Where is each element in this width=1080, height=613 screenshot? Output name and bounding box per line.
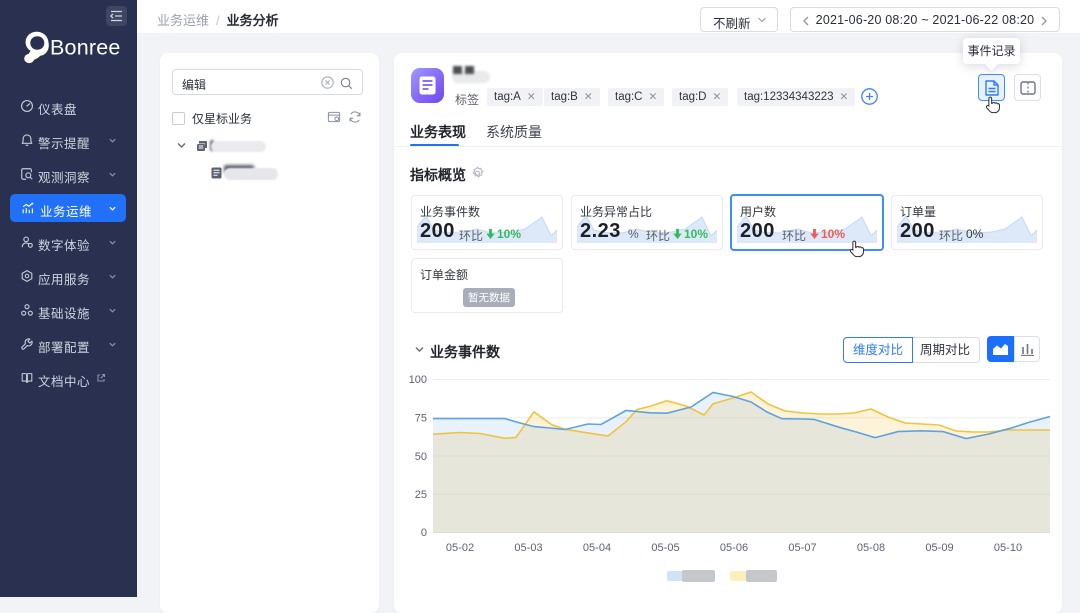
svg-text:100: 100 — [409, 374, 427, 386]
svg-text:05-06: 05-06 — [720, 542, 748, 554]
svg-text:05-03: 05-03 — [514, 542, 542, 554]
svg-text:05-02: 05-02 — [446, 542, 474, 554]
svg-text:05-04: 05-04 — [583, 542, 611, 554]
svg-text:05-09: 05-09 — [925, 542, 953, 554]
svg-text:05-10: 05-10 — [994, 542, 1022, 554]
svg-text:Bonree: Bonree — [50, 36, 121, 60]
svg-text:05-07: 05-07 — [788, 542, 816, 554]
svg-text:25: 25 — [415, 489, 427, 501]
svg-text:75: 75 — [415, 413, 427, 425]
svg-text:05-08: 05-08 — [857, 542, 885, 554]
svg-text:05-05: 05-05 — [651, 542, 679, 554]
svg-text:50: 50 — [415, 451, 427, 463]
svg-text:0: 0 — [421, 527, 427, 539]
